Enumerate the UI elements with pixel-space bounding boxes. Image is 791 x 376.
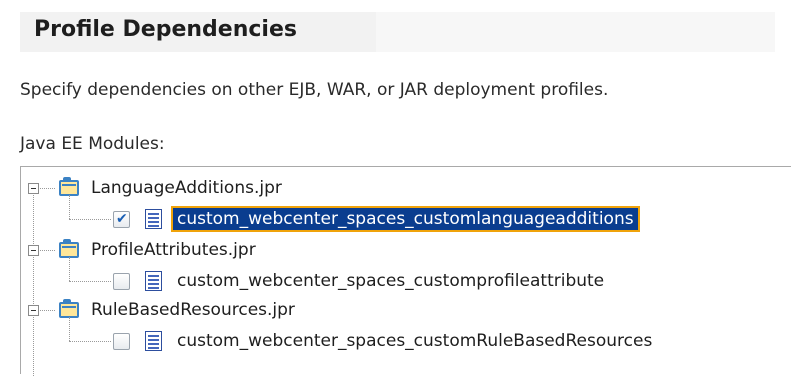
tree-connector [69, 341, 111, 342]
tree-node-project[interactable]: LanguageAdditions.jpr [21, 175, 791, 205]
checkmark-icon: ✔ [116, 211, 128, 227]
collapse-icon[interactable] [28, 183, 39, 194]
tree-connector [69, 195, 70, 219]
tree-connector [40, 250, 55, 251]
page-title: Profile Dependencies [34, 17, 297, 42]
document-icon [145, 331, 162, 351]
project-label: ProfileAttributes.jpr [91, 240, 256, 260]
folder-icon [59, 177, 79, 196]
profile-checkbox[interactable] [113, 333, 130, 350]
tree-node-profile[interactable]: custom_webcenter_spaces_customprofileatt… [21, 257, 791, 297]
tree-node-profile[interactable]: ✔ custom_webcenter_spaces_customlanguage… [21, 195, 791, 235]
profile-label[interactable]: custom_webcenter_spaces_customprofileatt… [177, 270, 604, 292]
tree-node-project[interactable]: RuleBasedResources.jpr [21, 297, 791, 327]
profile-label[interactable]: custom_webcenter_spaces_customlanguagead… [171, 206, 640, 232]
profile-checkbox[interactable]: ✔ [113, 211, 130, 228]
modules-label: Java EE Modules: [20, 134, 165, 154]
project-label: LanguageAdditions.jpr [91, 178, 282, 198]
document-icon [145, 271, 162, 291]
tree-connector [69, 281, 111, 282]
tree-connector [40, 310, 55, 311]
tree-connector [69, 317, 70, 341]
project-label: RuleBasedResources.jpr [91, 300, 295, 320]
tree-connector [40, 188, 55, 189]
profile-checkbox[interactable] [113, 273, 130, 290]
tree-connector [69, 219, 111, 220]
profile-label[interactable]: custom_webcenter_spaces_customRuleBasedR… [177, 330, 652, 352]
tree-node-project[interactable]: ProfileAttributes.jpr [21, 237, 791, 267]
description-text: Specify dependencies on other EJB, WAR, … [20, 80, 609, 100]
tree-connector [69, 257, 70, 281]
folder-icon [59, 299, 79, 318]
document-icon [145, 209, 162, 229]
tree-node-profile[interactable]: custom_webcenter_spaces_customRuleBasedR… [21, 317, 791, 357]
folder-icon [59, 239, 79, 258]
modules-tree[interactable]: LanguageAdditions.jpr ✔ custom_webcenter… [20, 166, 791, 376]
collapse-icon[interactable] [28, 245, 39, 256]
collapse-icon[interactable] [28, 305, 39, 316]
